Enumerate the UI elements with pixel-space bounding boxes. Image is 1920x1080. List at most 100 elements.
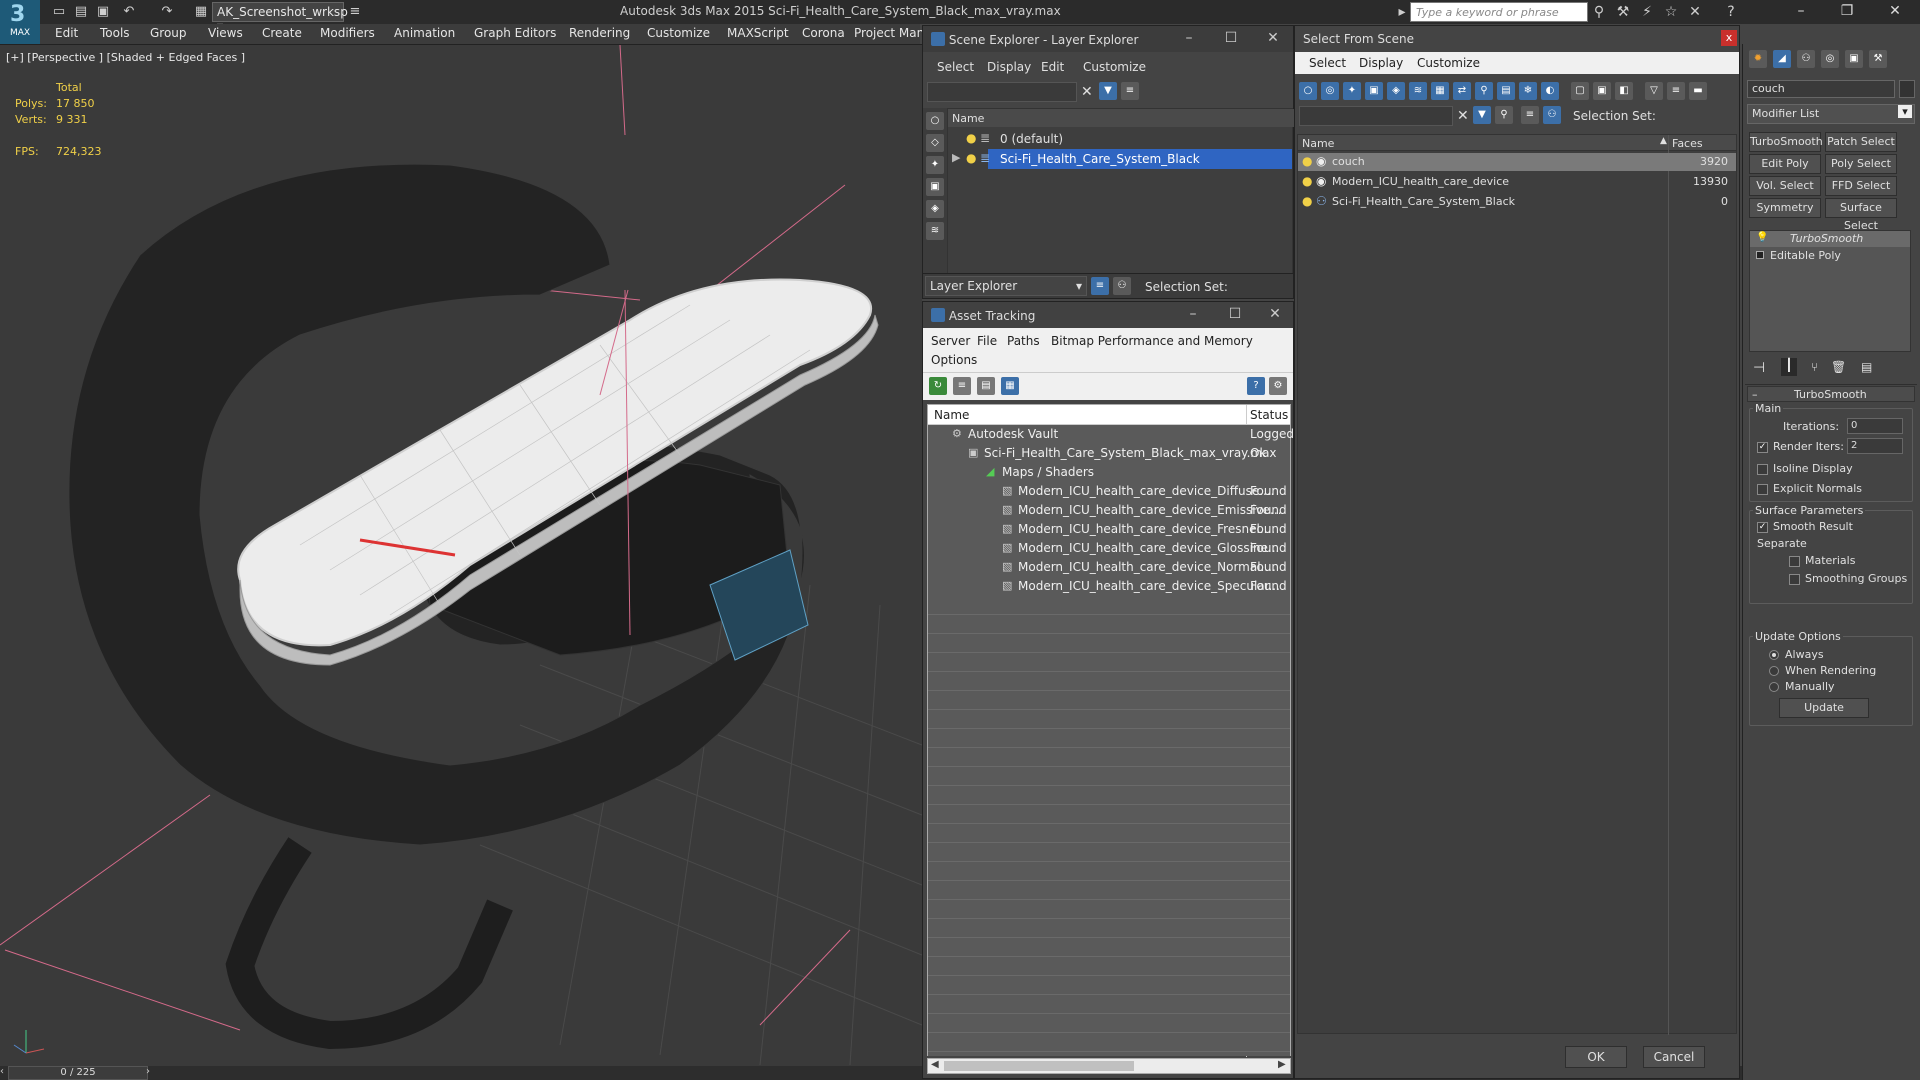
redo-icon[interactable]: ↷ xyxy=(158,3,176,21)
sfs-menu-customize[interactable]: Customize xyxy=(1417,56,1480,70)
app-menu-button[interactable]: 3 MAX xyxy=(0,0,40,44)
maximize-button[interactable]: ☐ xyxy=(1221,302,1249,328)
sfs-menu-select[interactable]: Select xyxy=(1309,56,1346,70)
menu-views[interactable]: Views xyxy=(208,26,243,40)
table-row[interactable]: ◢ Maps / Shaders xyxy=(928,463,1290,482)
se-layers-icon[interactable]: ≡ xyxy=(1121,82,1139,100)
sfs-filter-icon[interactable]: ▼ xyxy=(1473,106,1491,124)
open-file-icon[interactable]: ▤ xyxy=(72,3,90,21)
time-prev-icon[interactable]: ‹ xyxy=(0,1066,8,1080)
layer-visibility-bulb-icon[interactable]: ● xyxy=(966,131,976,145)
minimize-button[interactable]: – xyxy=(1175,26,1203,52)
thumbnail-view-icon[interactable]: ▤ xyxy=(977,377,995,395)
layer-visibility-bulb-icon[interactable]: ● xyxy=(966,151,976,165)
show-end-result-icon[interactable]: ┃ xyxy=(1781,358,1797,376)
create-tab-icon[interactable]: ✹ xyxy=(1749,50,1767,68)
select-from-scene-titlebar[interactable]: Select From Scene xyxy=(1295,26,1739,52)
table-row[interactable]: ▧ Modern_ICU_health_care_device_Diffuse.… xyxy=(928,482,1290,501)
menu-project-manager[interactable]: Project Man xyxy=(854,26,924,40)
when-rendering-radio[interactable] xyxy=(1769,666,1779,676)
sfs-layers-icon[interactable]: ≡ xyxy=(1521,106,1539,124)
workspace-dropdown[interactable]: AK_Screenshot_wrksp ▾ xyxy=(212,2,348,33)
symmetry-button[interactable]: Symmetry xyxy=(1749,198,1821,218)
poly-select-button[interactable]: Poly Select xyxy=(1825,154,1897,174)
table-row[interactable]: ▧ Modern_ICU_health_care_device_Specular… xyxy=(928,577,1290,596)
sfs-find-icon[interactable]: ⚲ xyxy=(1495,106,1513,124)
help-icon[interactable]: ? xyxy=(1722,3,1740,21)
undo-icon[interactable]: ↶ xyxy=(120,3,138,21)
clear-search-icon[interactable]: ✕ xyxy=(1457,108,1469,124)
menu-customize[interactable]: Customize xyxy=(647,26,710,40)
turbosmooth-button[interactable]: TurboSmooth xyxy=(1749,132,1823,152)
at-menu-options[interactable]: Options xyxy=(931,353,977,367)
se-search-input[interactable] xyxy=(927,82,1077,102)
se-filter-shapes-icon[interactable]: ◇ xyxy=(926,134,944,152)
se-filter-icon[interactable]: ▼ xyxy=(1099,82,1117,100)
table-row[interactable]: ▣ Sci-Fi_Health_Care_System_Black_max_vr… xyxy=(928,444,1290,463)
time-next-icon[interactable]: › xyxy=(146,1066,156,1080)
filter-geometry-icon[interactable]: ○ xyxy=(1299,82,1317,100)
display-invert-icon[interactable]: ◧ xyxy=(1615,82,1633,100)
table-row[interactable]: ▧ Modern_ICU_health_care_device_Emissive… xyxy=(928,501,1290,520)
modifier-list-dropdown[interactable]: Modifier List ▾ xyxy=(1747,104,1915,124)
modify-tab-icon[interactable]: ◢ xyxy=(1773,50,1791,68)
ok-button[interactable]: OK xyxy=(1565,1046,1627,1068)
at-menu-bitmap-performance[interactable]: Bitmap Performance and Memory xyxy=(1051,334,1253,348)
project-folder-icon[interactable]: ▦ xyxy=(192,3,210,21)
sfs-menu-display[interactable]: Display xyxy=(1359,56,1403,70)
save-file-icon[interactable]: ▣ xyxy=(94,3,112,21)
collapse-icon[interactable]: ▬ xyxy=(1689,82,1707,100)
se-filter-cameras-icon[interactable]: ▣ xyxy=(926,178,944,196)
sfs-column-name[interactable]: Name xyxy=(1302,137,1334,150)
update-button[interactable]: Update xyxy=(1779,698,1869,718)
display-none-icon[interactable]: ▣ xyxy=(1593,82,1611,100)
table-row[interactable]: ● ◉ Modern_ICU_health_care_device 13930 xyxy=(1298,173,1736,191)
filter-containers-icon[interactable]: ▤ xyxy=(1497,82,1515,100)
menu-create[interactable]: Create xyxy=(262,26,302,40)
close-button[interactable]: ✕ xyxy=(1261,302,1289,328)
table-row-selected[interactable]: ● ◉ couch 3920 xyxy=(1298,153,1736,171)
table-row[interactable]: ⚙ Autodesk Vault Logged xyxy=(928,425,1294,444)
table-view-icon[interactable]: ▦ xyxy=(1001,377,1019,395)
motion-tab-icon[interactable]: ◎ xyxy=(1821,50,1839,68)
visibility-bulb-icon[interactable]: ● xyxy=(1302,154,1312,168)
utilities-tab-icon[interactable]: ⚒ xyxy=(1869,50,1887,68)
smooth-result-checkbox[interactable]: ✓ xyxy=(1757,522,1768,533)
help-search-input[interactable]: Type a keyword or phrase xyxy=(1410,2,1588,22)
sfs-column-faces[interactable]: Faces xyxy=(1672,137,1703,150)
list-view-icon[interactable]: ≡ xyxy=(953,377,971,395)
smoothing-groups-checkbox[interactable] xyxy=(1789,574,1800,585)
hierarchy-tab-icon[interactable]: ⚇ xyxy=(1797,50,1815,68)
binoculars-icon[interactable]: ⚲ xyxy=(1590,3,1608,21)
settings-icon[interactable]: ⚙ xyxy=(1269,377,1287,395)
se-menu-customize[interactable]: Customize xyxy=(1083,60,1146,74)
se-menu-select[interactable]: Select xyxy=(937,60,974,74)
make-unique-icon[interactable]: ⑂ xyxy=(1811,360,1818,374)
se-menu-display[interactable]: Display xyxy=(987,60,1031,74)
layer-row-selected[interactable]: Sci-Fi_Health_Care_System_Black xyxy=(988,149,1292,169)
table-row[interactable]: ▧ Modern_ICU_health_care_device_Glossine… xyxy=(928,539,1290,558)
se-menu-edit[interactable]: Edit xyxy=(1041,60,1064,74)
filter-spacewarps-icon[interactable]: ≋ xyxy=(1409,82,1427,100)
filter-bones-icon[interactable]: ⚲ xyxy=(1475,82,1493,100)
materials-checkbox[interactable] xyxy=(1789,556,1800,567)
patch-select-button[interactable]: Patch Select xyxy=(1825,132,1897,152)
table-row[interactable]: ● ⚇ Sci-Fi_Health_Care_System_Black 0 xyxy=(1298,193,1736,211)
favorites-star-icon[interactable]: ☆ xyxy=(1662,3,1680,21)
workspace-menu-icon[interactable]: ≡ xyxy=(346,3,364,21)
lightbulb-icon[interactable]: 💡 xyxy=(1756,232,1768,243)
close-button[interactable]: x xyxy=(1721,30,1737,46)
filter-funnel-icon[interactable]: ▽ xyxy=(1645,82,1663,100)
render-iters-spinner[interactable]: 2 xyxy=(1847,438,1903,454)
at-column-status[interactable]: Status xyxy=(1250,408,1288,422)
cancel-button[interactable]: Cancel xyxy=(1643,1046,1705,1068)
sfs-hierarchy-icon[interactable]: ⚇ xyxy=(1543,106,1561,124)
stack-item[interactable]: Editable Poly xyxy=(1750,248,1910,264)
menu-modifiers[interactable]: Modifiers xyxy=(320,26,375,40)
filter-xrefs-icon[interactable]: ⇄ xyxy=(1453,82,1471,100)
new-file-icon[interactable]: ▭ xyxy=(50,3,68,21)
render-iters-checkbox[interactable]: ✓ xyxy=(1757,442,1768,453)
filter-lights-icon[interactable]: ✦ xyxy=(1343,82,1361,100)
display-tab-icon[interactable]: ▣ xyxy=(1845,50,1863,68)
layer-mode-icon[interactable]: ≡ xyxy=(1091,277,1109,295)
